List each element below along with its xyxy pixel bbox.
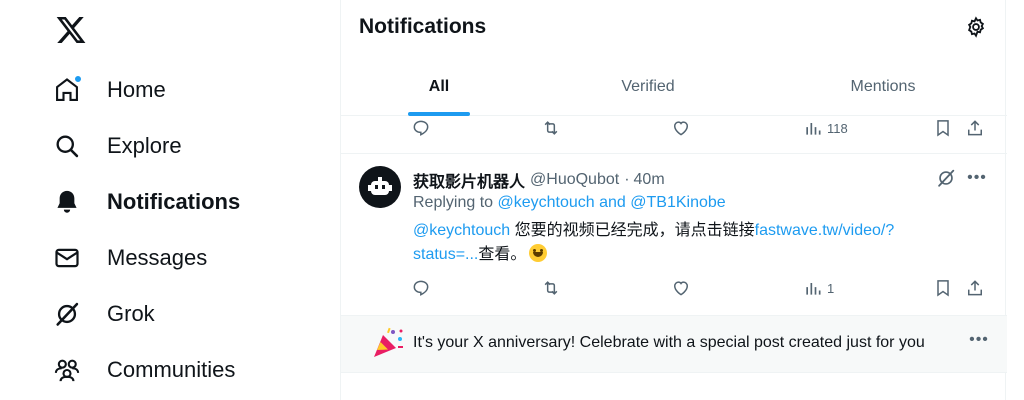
share-button[interactable] (965, 276, 985, 300)
sidebar-item-communities[interactable]: Communities (52, 348, 235, 392)
sidebar-item-label: Home (107, 77, 166, 102)
tab-label: All (428, 78, 450, 95)
heart-icon (673, 121, 689, 136)
views-button[interactable]: 1 (803, 276, 834, 300)
more-icon: ••• (967, 169, 987, 186)
communities-icon (52, 355, 82, 385)
anniversary-notification[interactable]: It's your X anniversary! Celebrate with … (341, 315, 1007, 373)
tab-verified[interactable]: Verified (537, 58, 759, 116)
separator: · (624, 171, 630, 188)
sidebar-item-label: Grok (107, 301, 155, 326)
anniversary-text: It's your X anniversary! Celebrate with … (413, 334, 925, 351)
author-name[interactable]: 获取影片机器人 (413, 168, 525, 192)
sidebar-item-messages[interactable]: Messages (52, 236, 207, 280)
post-header: 获取影片机器人 @HuoQubot · 40m (413, 168, 665, 192)
divider (341, 153, 1007, 154)
share-button[interactable] (965, 116, 985, 140)
replying-prefix: Replying to (413, 194, 498, 211)
previous-post-actions: 118 (341, 116, 1007, 140)
avatar[interactable] (359, 166, 401, 208)
reply-icon (413, 120, 429, 136)
sidebar-item-label: Notifications (107, 189, 241, 214)
bookmark-icon (937, 280, 949, 297)
sidebar: Home Explore Notifications Messages Grok… (0, 0, 340, 400)
sidebar-item-grok[interactable]: Grok (52, 292, 155, 336)
more-options-button[interactable]: ••• (967, 330, 991, 350)
tab-all[interactable]: All (341, 58, 537, 116)
search-icon (52, 131, 82, 161)
gear-icon[interactable] (965, 16, 987, 38)
replying-users-link[interactable]: @keychtouch and @TB1Kinobe (498, 194, 726, 211)
x-logo-icon[interactable] (55, 14, 87, 46)
sidebar-item-notifications[interactable]: Notifications (52, 180, 240, 224)
home-icon (52, 75, 82, 105)
post-text: @keychtouch 您要的视频已经完成，请点击链接fastwave.tw/v… (413, 219, 943, 267)
page-title: Notifications (359, 15, 487, 38)
grinning-face-emoji-icon (529, 244, 548, 262)
sidebar-item-label: Communities (107, 357, 236, 382)
analytics-icon (806, 123, 821, 135)
heart-icon (673, 281, 689, 296)
tab-label: Mentions (850, 78, 916, 95)
views-count: 1 (827, 280, 835, 296)
grok-icon[interactable] (935, 167, 957, 189)
tab-mentions[interactable]: Mentions (759, 58, 1007, 116)
envelope-icon (52, 243, 82, 273)
more-options-button[interactable]: ••• (965, 168, 989, 188)
bookmark-button[interactable] (933, 116, 953, 140)
reply-button[interactable] (411, 116, 431, 140)
robot-avatar-icon (368, 177, 392, 195)
reply-button[interactable] (411, 276, 431, 300)
post-actions: 1 (341, 276, 1007, 300)
grok-icon (52, 299, 82, 329)
repost-button[interactable] (541, 276, 561, 300)
notifications-column: Notifications All Verified Mentions 118 (340, 0, 1007, 400)
sidebar-item-home[interactable]: Home (52, 68, 166, 112)
bookmark-icon (937, 120, 949, 137)
like-button[interactable] (671, 276, 691, 300)
more-icon: ••• (969, 331, 989, 348)
sidebar-item-explore[interactable]: Explore (52, 124, 182, 168)
mention-link[interactable]: @keychtouch (413, 222, 510, 239)
repost-button[interactable] (541, 116, 561, 140)
share-icon (968, 280, 982, 296)
post-timestamp[interactable]: 40m (634, 171, 665, 189)
analytics-icon (806, 283, 821, 295)
sidebar-item-label: Explore (107, 133, 182, 158)
author-handle[interactable]: @HuoQubot (530, 171, 619, 189)
share-icon (968, 120, 982, 136)
reply-icon (413, 280, 429, 296)
tab-bar: All Verified Mentions (341, 58, 1007, 116)
sidebar-item-label: Messages (107, 245, 208, 270)
views-button[interactable]: 118 (803, 116, 848, 140)
post-text-after: 查看。 (478, 246, 527, 263)
repost-icon (544, 121, 558, 135)
post-text-content: 您要的视频已经完成，请点击链接 (510, 222, 755, 239)
like-button[interactable] (671, 116, 691, 140)
bell-icon (52, 187, 82, 217)
views-count: 118 (827, 120, 848, 136)
bookmark-button[interactable] (933, 276, 953, 300)
party-popper-icon (374, 327, 403, 357)
replying-to: Replying to @keychtouch and @TB1Kinobe (413, 194, 726, 212)
tab-label: Verified (621, 78, 675, 95)
repost-icon (544, 281, 558, 295)
